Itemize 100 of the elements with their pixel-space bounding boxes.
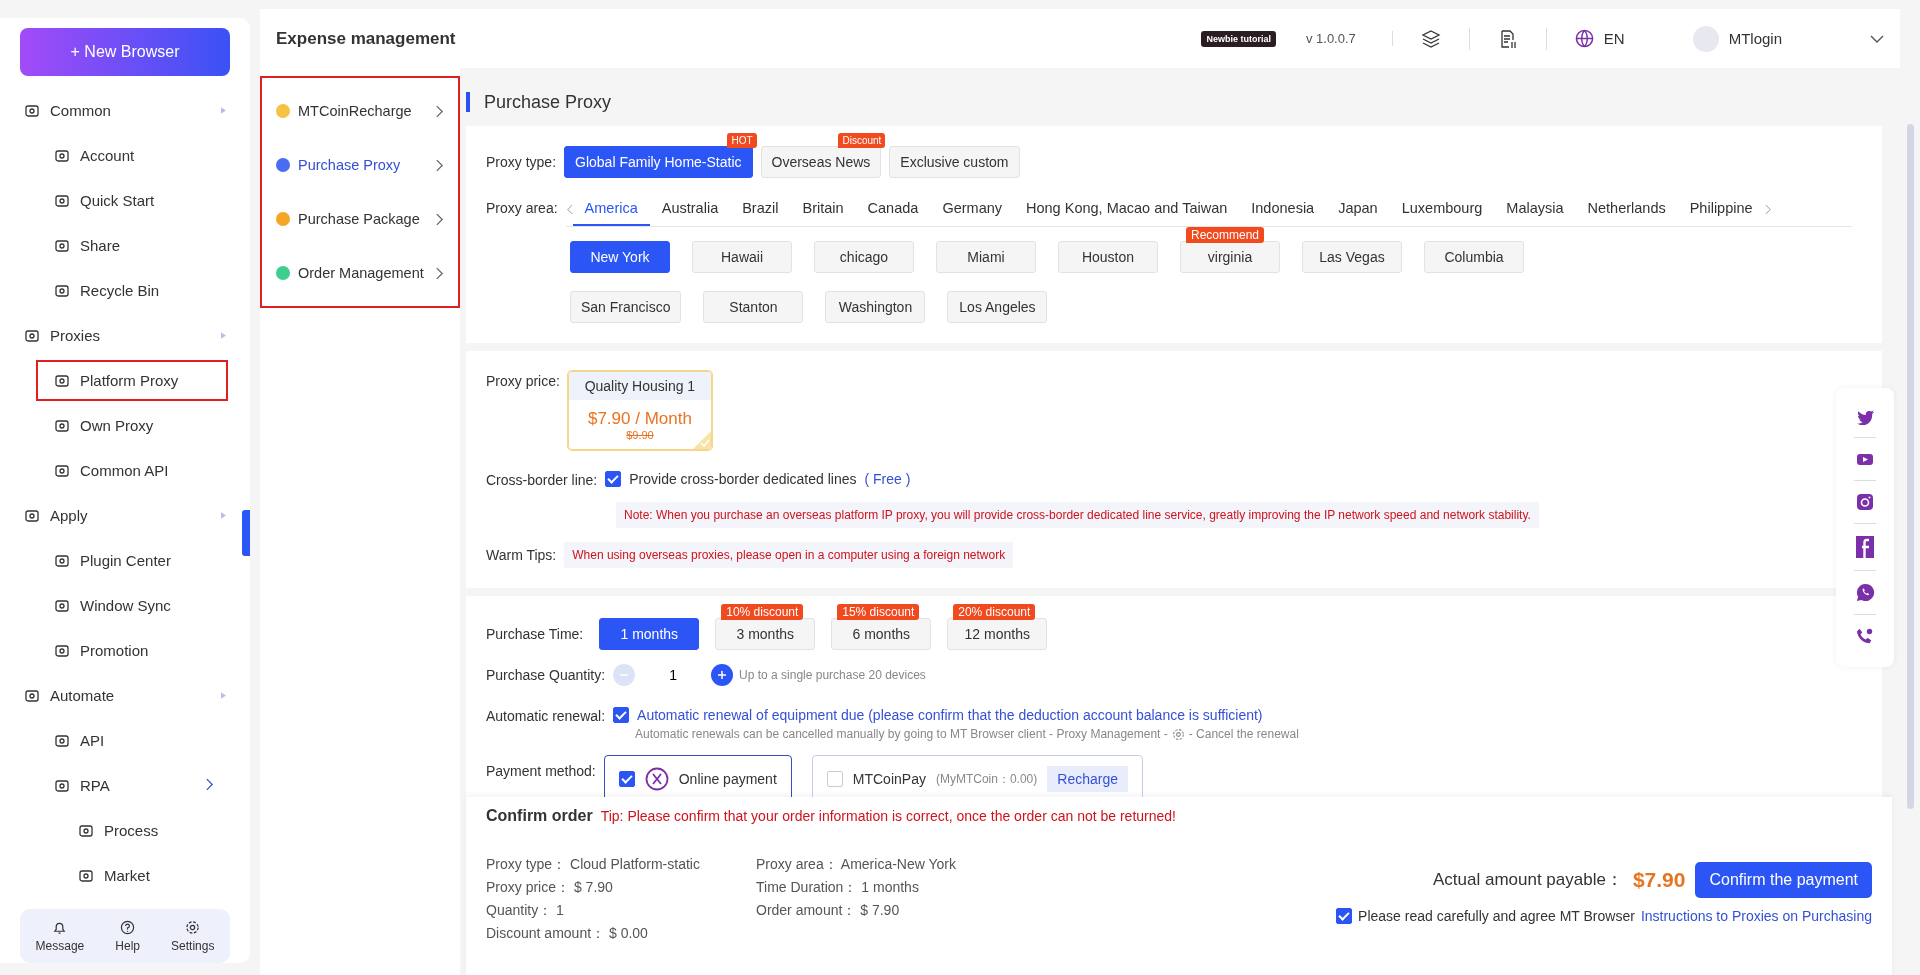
free-label: ( Free ) <box>864 471 911 487</box>
payment-option[interactable]: MTCoinPay (MyMTCoin：0.00) Recharge <box>811 755 1143 797</box>
submenu-item[interactable]: Purchase Package <box>270 192 450 246</box>
area-tab[interactable]: Philippine <box>1677 192 1765 226</box>
note-text: Note: When you purchase an overseas platform IP proxy, you will provide cross-border dedicated line service, greatly improving the IP network speed and network stability. <box>616 502 1539 528</box>
sidebar-section[interactable]: Common <box>50 102 211 119</box>
bottom-bar-button[interactable]: Message <box>29 918 91 954</box>
amount-label: Actual amount payable： <box>1432 869 1623 891</box>
sidebar-item[interactable]: RPA <box>80 777 110 794</box>
sidebar-item[interactable]: Process <box>104 822 159 839</box>
sidebar-item[interactable]: Plugin Center <box>80 552 171 569</box>
city-option[interactable]: San Francisco <box>570 291 682 323</box>
plus-icon <box>717 670 728 680</box>
increment-button[interactable] <box>711 664 734 686</box>
sidebar-item[interactable]: Account <box>80 147 135 164</box>
sidebar-section[interactable]: Automate <box>50 687 211 704</box>
city-option[interactable]: Columbia <box>1424 241 1524 273</box>
chevron-right-icon <box>205 778 214 791</box>
outline-icon <box>24 507 40 524</box>
area-tab[interactable]: America <box>572 192 650 226</box>
agreement-text: Please read carefully and agree MT Browser <box>1358 907 1635 924</box>
phone-icon[interactable] <box>1856 627 1874 645</box>
user-name[interactable]: MTlogin <box>1728 30 1782 47</box>
field-label: Payment method: <box>486 762 596 779</box>
submenu-item[interactable]: MTCoinRecharge <box>270 84 450 138</box>
area-tab[interactable]: Netherlands <box>1575 192 1678 226</box>
duration-option[interactable]: 12 months <box>947 618 1048 650</box>
duration-option[interactable]: 1 months <box>599 618 700 650</box>
duration-option[interactable]: 3 months <box>715 618 816 650</box>
proxy-type-option[interactable]: Exclusive custom <box>889 146 1020 178</box>
city-option[interactable]: Las Vegas <box>1302 241 1402 273</box>
sidebar-item[interactable]: API <box>80 732 105 749</box>
bottom-bar-button[interactable]: Help <box>109 918 146 954</box>
area-tab[interactable]: Indonesia <box>1239 192 1327 226</box>
camera-icon[interactable] <box>1856 493 1874 511</box>
duration-option[interactable]: 6 months <box>831 618 932 650</box>
bird-icon[interactable] <box>1856 410 1874 425</box>
language-selector[interactable]: EN <box>1603 30 1625 47</box>
sidebar-item[interactable]: Promotion <box>80 642 149 659</box>
sidebar-item[interactable]: Share <box>80 237 121 254</box>
price-plan-card[interactable]: Quality Housing 1 $7.90 / Month $9.90 <box>567 371 712 450</box>
checkbox-label: Provide cross-border dedicated lines <box>629 471 857 487</box>
proxy-type-option[interactable]: Global Family Home-Static <box>564 146 753 178</box>
collapse-handle[interactable] <box>242 510 250 556</box>
area-tab[interactable]: Brazil <box>730 192 791 226</box>
page-header-title: Expense management <box>276 28 457 49</box>
city-option[interactable]: Miami <box>936 241 1036 273</box>
field-label: Proxy area: <box>486 199 558 216</box>
checkbox[interactable] <box>1336 907 1353 924</box>
outline-icon <box>78 822 94 839</box>
tutorial-badge[interactable]: Newbie tutorial <box>1201 30 1276 47</box>
plan-name: Quality Housing 1 <box>568 372 711 400</box>
sidebar-item[interactable]: Recycle Bin <box>80 282 160 299</box>
sidebar-item[interactable]: Quick Start <box>80 192 155 209</box>
new-browser-button[interactable]: + New Browser <box>20 28 230 76</box>
area-tab[interactable]: Luxembourg <box>1389 192 1495 226</box>
outline-icon <box>54 642 70 659</box>
old-price: $9.90 <box>625 429 655 441</box>
amount-value: $7.90 <box>1632 867 1686 892</box>
sidebar-section[interactable]: Apply <box>50 507 211 524</box>
scrollbar[interactable] <box>1907 124 1914 809</box>
city-option[interactable]: virginia <box>1180 241 1280 273</box>
layers-icon[interactable] <box>1420 28 1441 49</box>
area-tab[interactable]: Australia <box>649 192 731 226</box>
sidebar-item[interactable]: Market <box>104 867 150 884</box>
area-tab[interactable]: Britain <box>790 192 856 226</box>
square-f-icon[interactable] <box>1856 536 1874 558</box>
city-option[interactable]: chicago <box>814 241 914 273</box>
chat-icon[interactable] <box>1855 583 1875 602</box>
sidebar-item[interactable]: Common API <box>80 462 169 479</box>
order-detail: Discount amount： $ 0.00 <box>486 924 649 943</box>
city-option[interactable]: Hawaii <box>692 241 792 273</box>
order-detail: Proxy area： America-New York <box>756 855 957 874</box>
confirm-payment-button[interactable]: Confirm the payment <box>1695 861 1872 898</box>
submenu-item[interactable]: Purchase Proxy <box>270 138 450 192</box>
city-option[interactable]: New York <box>570 241 670 273</box>
city-option[interactable]: Stanton <box>703 291 804 323</box>
city-option[interactable]: Houston <box>1058 241 1158 273</box>
chevron-down-icon[interactable] <box>1870 33 1884 44</box>
city-option[interactable]: Washington <box>825 291 926 323</box>
sidebar-item[interactable]: Window Sync <box>80 597 171 614</box>
payment-option[interactable]: Online payment <box>603 755 792 797</box>
area-tab[interactable]: Malaysia <box>1494 192 1576 226</box>
proxy-type-option[interactable]: Overseas News <box>760 146 882 178</box>
outline-icon <box>24 687 40 704</box>
checkbox[interactable] <box>618 771 635 787</box>
submenu-item[interactable]: Order Management <box>270 246 450 300</box>
terms-link[interactable]: Instructions to Proxies on Purchasing <box>1640 907 1872 924</box>
checkbox[interactable] <box>613 707 630 723</box>
area-tab[interactable]: Japan <box>1326 192 1390 226</box>
area-tab[interactable]: Germany <box>930 192 1014 226</box>
recharge-button[interactable]: Recharge <box>1047 766 1128 792</box>
sidebar-section[interactable]: Proxies <box>50 327 211 344</box>
checkbox[interactable] <box>605 471 622 487</box>
city-option[interactable]: Los Angeles <box>947 291 1048 323</box>
bottom-bar-button[interactable]: Settings <box>165 918 221 954</box>
sidebar-item[interactable]: Own Proxy <box>80 417 154 434</box>
sidebar-item[interactable]: Platform Proxy <box>80 372 179 389</box>
area-tab[interactable]: Canada <box>855 192 931 226</box>
area-tab[interactable]: Hong Kong, Macao and Taiwan <box>1014 192 1240 226</box>
